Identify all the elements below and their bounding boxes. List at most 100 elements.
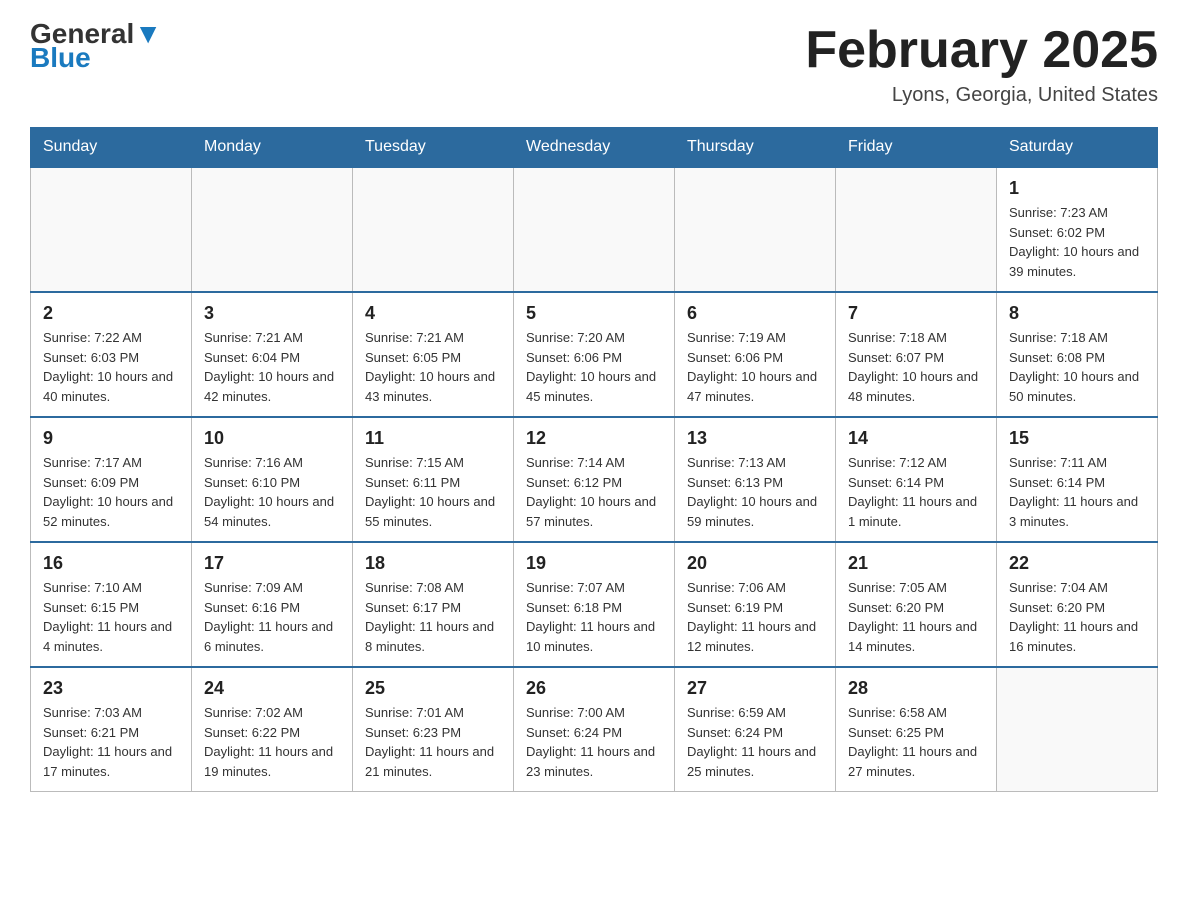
calendar-cell: 5Sunrise: 7:20 AM Sunset: 6:06 PM Daylig… [514,292,675,417]
day-info: Sunrise: 7:18 AM Sunset: 6:07 PM Dayligh… [848,328,984,406]
calendar-cell: 11 Sunrise: 7:15 AM Sunset: 6:11 PM Dayli… [353,417,514,542]
day-number: 13 [687,428,823,449]
day-info: Sunrise: 7:21 AM Sunset: 6:04 PM Dayligh… [204,328,340,406]
day-info: Sunrise: 7:21 AM Sunset: 6:05 PM Dayligh… [365,328,501,406]
day-info: Sunrise: 7:09 AM Sunset: 6:16 PM Dayligh… [204,578,340,656]
day-info: Sunrise: 6:58 AM Sunset: 6:25 PM Dayligh… [848,703,984,781]
calendar-cell: 20 Sunrise: 7:06 AM Sunset: 6:19 PM Dayli… [675,542,836,667]
calendar-cell [31,167,192,292]
calendar-cell: 26 Sunrise: 7:00 AM Sunset: 6:24 PM Dayli… [514,667,675,792]
day-number: 2 [43,303,179,324]
day-info: Sunrise: 7:05 AM Sunset: 6:20 PM Dayligh… [848,578,984,656]
calendar-cell: 25Sunrise: 7:01 AM Sunset: 6:23 PM Dayli… [353,667,514,792]
day-info: Sunrise: 7:03 AM Sunset: 6:21 PM Dayligh… [43,703,179,781]
day-number: 6 [687,303,823,324]
calendar-cell [997,667,1158,792]
calendar-cell: 17 Sunrise: 7:09 AM Sunset: 6:16 PM Dayli… [192,542,353,667]
calendar-cell: 3 Sunrise: 7:21 AM Sunset: 6:04 PM Daylig… [192,292,353,417]
title-section: February 2025 Lyons, Georgia, United Sta… [805,20,1158,107]
day-info: Sunrise: 7:10 AM Sunset: 6:15 PM Dayligh… [43,578,179,656]
day-info: Sunrise: 7:11 AM Sunset: 6:14 PM Dayligh… [1009,453,1145,531]
day-info: Sunrise: 7:06 AM Sunset: 6:19 PM Dayligh… [687,578,823,656]
day-number: 15 [1009,428,1145,449]
day-info: Sunrise: 7:17 AM Sunset: 6:09 PM Dayligh… [43,453,179,531]
calendar-cell: 24Sunrise: 7:02 AM Sunset: 6:22 PM Dayli… [192,667,353,792]
day-info: Sunrise: 7:14 AM Sunset: 6:12 PM Dayligh… [526,453,662,531]
calendar-cell: 22 Sunrise: 7:04 AM Sunset: 6:20 PM Dayli… [997,542,1158,667]
calendar-cell: 15 Sunrise: 7:11 AM Sunset: 6:14 PM Dayli… [997,417,1158,542]
day-number: 8 [1009,303,1145,324]
day-number: 12 [526,428,662,449]
day-number: 5 [526,303,662,324]
header-friday: Friday [836,128,997,168]
day-number: 11 [365,428,501,449]
day-number: 25 [365,678,501,699]
header-saturday: Saturday [997,128,1158,168]
day-number: 26 [526,678,662,699]
day-number: 27 [687,678,823,699]
header-wednesday: Wednesday [514,128,675,168]
day-number: 21 [848,553,984,574]
calendar-cell [353,167,514,292]
calendar-cell [192,167,353,292]
calendar-cell: 4 Sunrise: 7:21 AM Sunset: 6:05 PM Daylig… [353,292,514,417]
day-number: 20 [687,553,823,574]
day-info: Sunrise: 7:02 AM Sunset: 6:22 PM Dayligh… [204,703,340,781]
calendar-cell: 2 Sunrise: 7:22 AM Sunset: 6:03 PM Daylig… [31,292,192,417]
calendar-cell: 10 Sunrise: 7:16 AM Sunset: 6:10 PM Dayli… [192,417,353,542]
day-number: 28 [848,678,984,699]
calendar-table: Sunday Monday Tuesday Wednesday Thursday… [30,127,1158,792]
day-number: 1 [1009,178,1145,199]
day-number: 3 [204,303,340,324]
day-number: 16 [43,553,179,574]
day-info: Sunrise: 7:15 AM Sunset: 6:11 PM Dayligh… [365,453,501,531]
day-number: 18 [365,553,501,574]
calendar-cell: 14 Sunrise: 7:12 AM Sunset: 6:14 PM Dayli… [836,417,997,542]
calendar-week-1: 1 Sunrise: 7:23 AM Sunset: 6:02 PM Daylig… [31,167,1158,292]
header-monday: Monday [192,128,353,168]
day-info: Sunrise: 7:08 AM Sunset: 6:17 PM Dayligh… [365,578,501,656]
calendar-week-2: 2 Sunrise: 7:22 AM Sunset: 6:03 PM Daylig… [31,292,1158,417]
header-tuesday: Tuesday [353,128,514,168]
day-number: 10 [204,428,340,449]
day-info: Sunrise: 7:16 AM Sunset: 6:10 PM Dayligh… [204,453,340,531]
day-number: 23 [43,678,179,699]
day-info: Sunrise: 7:13 AM Sunset: 6:13 PM Dayligh… [687,453,823,531]
day-info: Sunrise: 7:18 AM Sunset: 6:08 PM Dayligh… [1009,328,1145,406]
calendar-cell: 8 Sunrise: 7:18 AM Sunset: 6:08 PM Daylig… [997,292,1158,417]
calendar-cell: 19 Sunrise: 7:07 AM Sunset: 6:18 PM Dayli… [514,542,675,667]
day-number: 19 [526,553,662,574]
day-number: 9 [43,428,179,449]
day-number: 17 [204,553,340,574]
day-info: Sunrise: 7:07 AM Sunset: 6:18 PM Dayligh… [526,578,662,656]
logo-blue: Blue [30,44,162,72]
calendar-cell: 18 Sunrise: 7:08 AM Sunset: 6:17 PM Dayli… [353,542,514,667]
day-info: Sunrise: 7:04 AM Sunset: 6:20 PM Dayligh… [1009,578,1145,656]
calendar-cell: 13 Sunrise: 7:13 AM Sunset: 6:13 PM Dayli… [675,417,836,542]
calendar-cell: 23 Sunrise: 7:03 AM Sunset: 6:21 PM Dayli… [31,667,192,792]
day-number: 4 [365,303,501,324]
calendar-cell: 9 Sunrise: 7:17 AM Sunset: 6:09 PM Daylig… [31,417,192,542]
calendar-week-5: 23 Sunrise: 7:03 AM Sunset: 6:21 PM Dayli… [31,667,1158,792]
calendar-cell [514,167,675,292]
calendar-cell: 12 Sunrise: 7:14 AM Sunset: 6:12 PM Dayli… [514,417,675,542]
header-sunday: Sunday [31,128,192,168]
calendar-cell: 7 Sunrise: 7:18 AM Sunset: 6:07 PM Daylig… [836,292,997,417]
weekday-header-row: Sunday Monday Tuesday Wednesday Thursday… [31,128,1158,168]
day-number: 22 [1009,553,1145,574]
day-info: Sunrise: 7:12 AM Sunset: 6:14 PM Dayligh… [848,453,984,531]
page-header: General▼ Blue February 2025 Lyons, Georg… [30,20,1158,107]
logo: General▼ Blue [30,20,162,72]
month-title: February 2025 [805,20,1158,80]
calendar-cell: 27 Sunrise: 6:59 AM Sunset: 6:24 PM Dayli… [675,667,836,792]
day-info: Sunrise: 7:19 AM Sunset: 6:06 PM Dayligh… [687,328,823,406]
day-info: Sunrise: 7:00 AM Sunset: 6:24 PM Dayligh… [526,703,662,781]
calendar-cell: 1 Sunrise: 7:23 AM Sunset: 6:02 PM Daylig… [997,167,1158,292]
day-info: Sunrise: 7:23 AM Sunset: 6:02 PM Dayligh… [1009,203,1145,281]
day-info: Sunrise: 7:22 AM Sunset: 6:03 PM Dayligh… [43,328,179,406]
day-number: 7 [848,303,984,324]
calendar-cell: 28 Sunrise: 6:58 AM Sunset: 6:25 PM Dayli… [836,667,997,792]
day-info: Sunrise: 6:59 AM Sunset: 6:24 PM Dayligh… [687,703,823,781]
location: Lyons, Georgia, United States [805,84,1158,107]
day-number: 14 [848,428,984,449]
